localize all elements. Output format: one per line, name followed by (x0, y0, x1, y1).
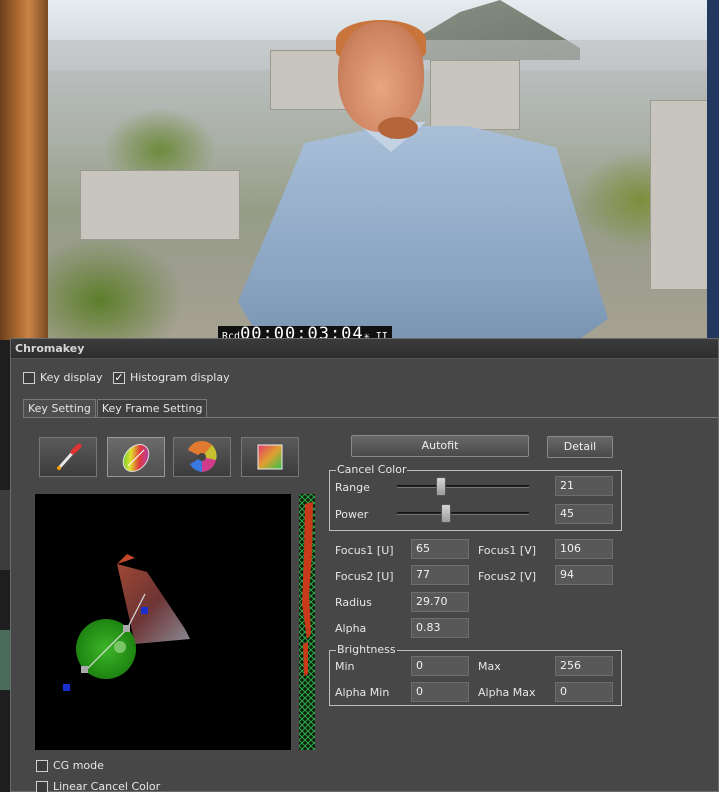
range-field[interactable]: 21 (555, 476, 613, 496)
key-display-checkbox[interactable]: Key display (23, 371, 103, 384)
preview-door (0, 0, 48, 340)
range-slider-thumb[interactable] (435, 477, 446, 496)
brightness-max-label: Max (478, 660, 501, 673)
power-slider[interactable] (397, 504, 529, 524)
alpha-max-label: Alpha Max (478, 686, 536, 699)
histogram-display-label: Histogram display (130, 371, 230, 384)
brightness-max-field[interactable]: 256 (555, 656, 613, 676)
cg-mode-label: CG mode (53, 759, 104, 772)
ellipse-selector-button[interactable] (107, 437, 165, 477)
linear-cancel-color-check-icon[interactable] (36, 780, 48, 792)
tab-bar: Key Setting Key Frame Setting (23, 399, 208, 417)
square-selector-button[interactable] (241, 437, 299, 477)
histogram-display-check-icon[interactable]: ✓ (113, 371, 125, 384)
preview-building (80, 170, 240, 240)
chromakey-dialog: Chromakey Key display ✓ Histogram displa… (10, 338, 719, 792)
alpha-min-label: Alpha Min (335, 686, 390, 699)
preview-person (238, 20, 608, 340)
underlying-app-edge (0, 340, 10, 792)
focus2-u-label: Focus2 [U] (335, 570, 394, 583)
focus2-v-label: Focus2 [V] (478, 570, 537, 583)
eyedropper-icon (57, 443, 82, 470)
brightness-min-field[interactable]: 0 (411, 656, 469, 676)
vectorscope-graphic (63, 554, 190, 691)
color-ellipse-icon (122, 444, 150, 472)
histogram-display-checkbox[interactable]: ✓ Histogram display (113, 371, 230, 384)
power-slider-thumb[interactable] (440, 504, 451, 523)
alpha-max-field[interactable]: 0 (555, 682, 613, 702)
key-histogram-bar (299, 494, 315, 750)
focus2-v-field[interactable]: 94 (555, 565, 613, 585)
brightness-min-label: Min (335, 660, 355, 673)
autofit-button[interactable]: Autofit (351, 435, 529, 457)
cg-mode-checkbox[interactable]: CG mode (36, 759, 104, 772)
tab-key-frame-setting[interactable]: Key Frame Setting (96, 399, 208, 417)
brightness-group-label: Brightness (336, 643, 397, 656)
linear-cancel-color-label: Linear Cancel Color (53, 780, 161, 792)
color-square-icon (257, 444, 283, 470)
video-preview: Rcd00:00:03:04✳ II (0, 0, 719, 340)
alpha-min-field[interactable]: 0 (411, 682, 469, 702)
preview-edge (707, 0, 719, 340)
preview-building (650, 100, 710, 290)
range-slider[interactable] (397, 477, 529, 497)
eyedropper-button[interactable] (39, 437, 97, 477)
vectorscope-display[interactable] (35, 494, 291, 750)
range-label: Range (335, 481, 370, 494)
power-field[interactable]: 45 (555, 504, 613, 524)
focus1-v-label: Focus1 [V] (478, 544, 537, 557)
wheel-selector-button[interactable] (173, 437, 231, 477)
key-display-check-icon[interactable] (23, 371, 35, 384)
key-display-label: Key display (40, 371, 103, 384)
tab-key-setting[interactable]: Key Setting (23, 399, 96, 417)
power-label: Power (335, 508, 369, 521)
focus1-u-field[interactable]: 65 (411, 539, 469, 559)
radius-field[interactable]: 29.70 (411, 592, 469, 612)
detail-button[interactable]: Detail (547, 436, 613, 458)
radius-label: Radius (335, 596, 372, 609)
focus2-u-field[interactable]: 77 (411, 565, 469, 585)
histogram-bar-graphic (299, 494, 315, 750)
linear-cancel-color-checkbox[interactable]: Linear Cancel Color (36, 780, 160, 792)
alpha-field[interactable]: 0.83 (411, 618, 469, 638)
dialog-titlebar[interactable]: Chromakey (11, 339, 718, 359)
focus1-u-label: Focus1 [U] (335, 544, 394, 557)
alpha-label: Alpha (335, 622, 367, 635)
dialog-title: Chromakey (15, 342, 85, 355)
color-wheel-icon (188, 440, 217, 472)
cg-mode-check-icon[interactable] (36, 759, 48, 772)
focus1-v-field[interactable]: 106 (555, 539, 613, 559)
cancel-color-group-label: Cancel Color (336, 463, 408, 476)
